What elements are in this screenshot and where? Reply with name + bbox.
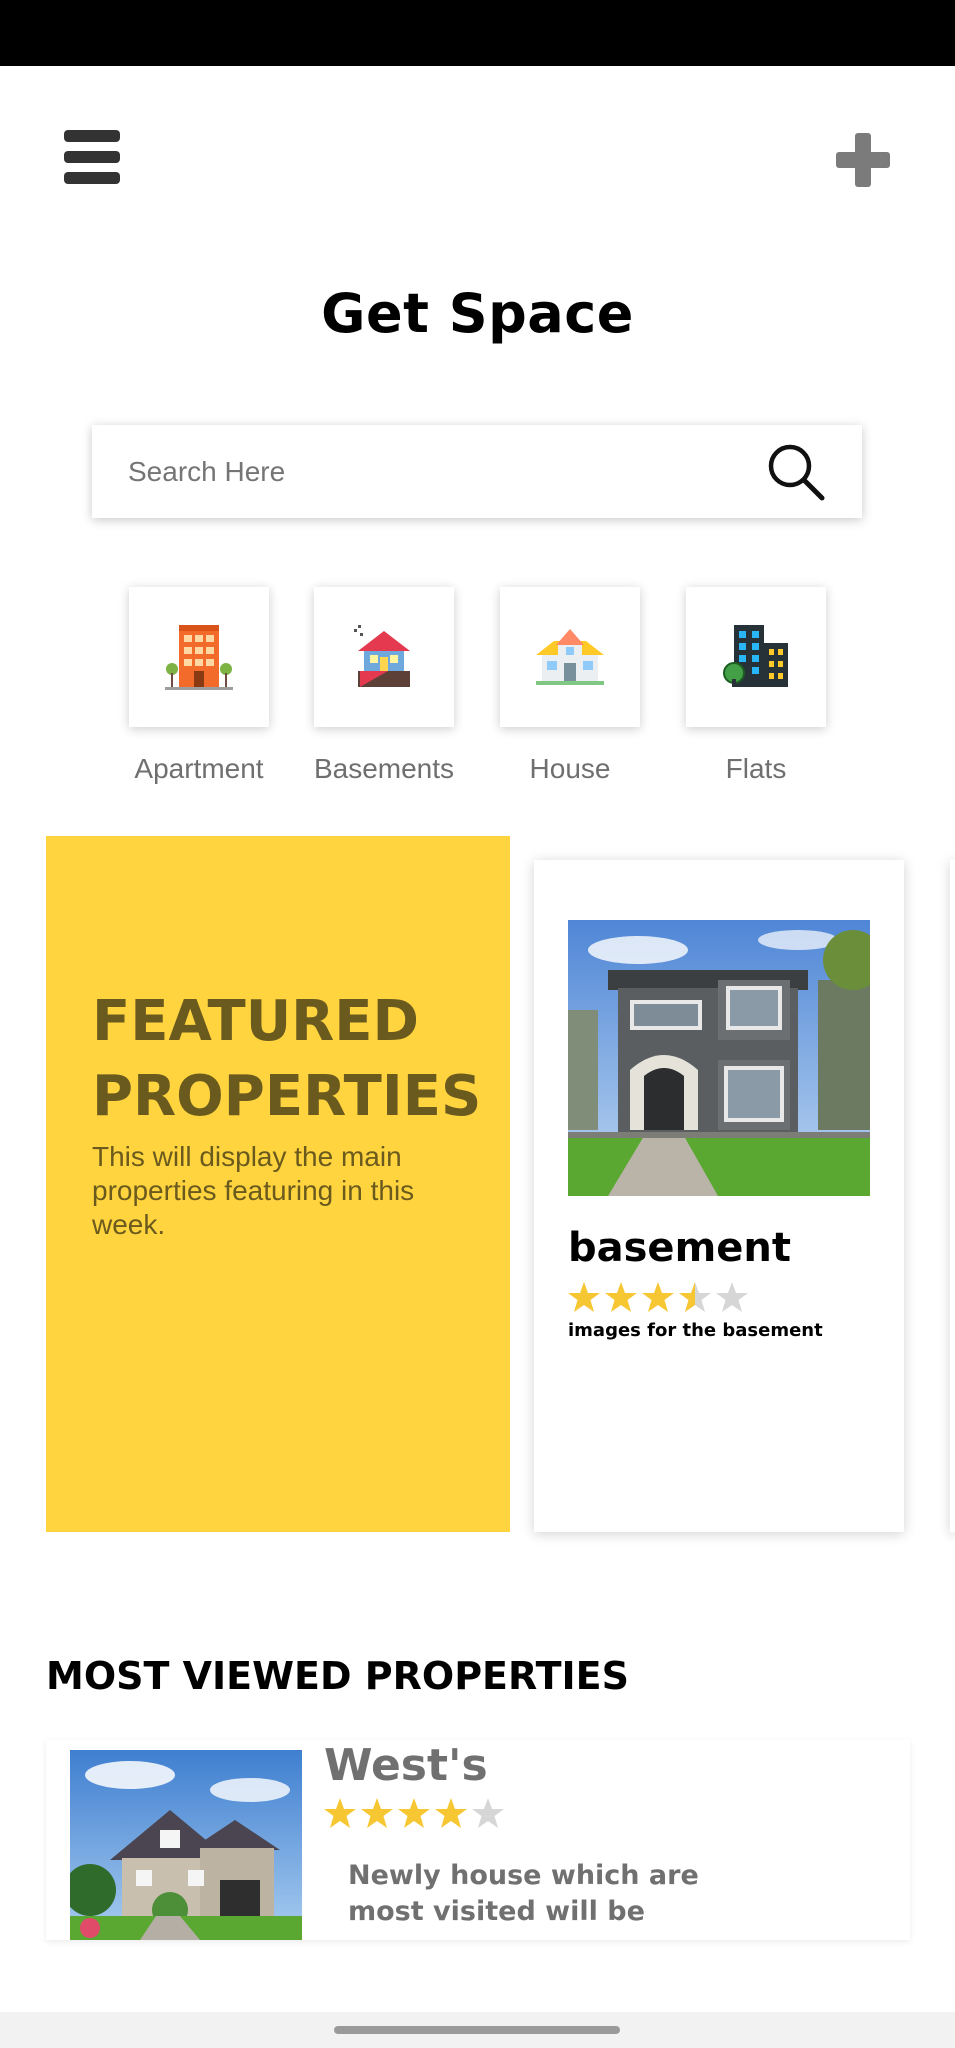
featured-banner: FEATURED PROPERTIES This will display th… (46, 836, 510, 1532)
basement-house-icon (354, 625, 410, 687)
category-apartment[interactable]: Apartment (129, 587, 269, 784)
category-card[interactable] (314, 587, 454, 727)
star-filled-icon (361, 1798, 393, 1828)
house-icon (536, 629, 604, 685)
property-description: images for the basement (568, 1320, 823, 1341)
hamburger-menu-icon[interactable] (64, 130, 120, 184)
star-empty-icon (716, 1282, 748, 1312)
category-flats[interactable]: Flats (686, 587, 826, 784)
next-property-card[interactable] (950, 860, 955, 1532)
section-title-most-viewed: MOST VIEWED PROPERTIES (46, 1654, 629, 1698)
star-filled-icon (605, 1282, 637, 1312)
star-filled-icon (398, 1798, 430, 1828)
featured-title: FEATURED PROPERTIES (92, 989, 482, 1129)
star-rating (324, 1796, 514, 1834)
apartment-building-icon (165, 625, 233, 690)
property-description: Newly house which are most visited will … (348, 1860, 699, 1927)
category-card[interactable] (500, 587, 640, 727)
star-half-icon (679, 1282, 711, 1312)
star-empty-icon (472, 1798, 504, 1828)
search-icon[interactable] (764, 440, 830, 506)
search-input[interactable] (128, 425, 748, 518)
star-filled-icon (642, 1282, 674, 1312)
status-bar (0, 0, 955, 66)
category-card[interactable] (129, 587, 269, 727)
property-image (70, 1750, 302, 1940)
featured-description: This will display the main properties fe… (92, 1141, 415, 1240)
category-label: Flats (725, 753, 787, 784)
category-card[interactable] (686, 587, 826, 727)
search-bar (92, 425, 862, 518)
featured-property-card[interactable]: basement images for the basement (534, 860, 904, 1532)
flats-building-icon (723, 625, 788, 687)
category-house[interactable]: House (500, 587, 640, 784)
star-filled-icon (324, 1798, 356, 1828)
home-indicator[interactable] (334, 2026, 620, 2034)
page-title: Get Space (321, 282, 634, 345)
category-basements[interactable]: Basements (314, 587, 454, 784)
plus-icon[interactable] (836, 133, 890, 187)
property-name: West's (324, 1740, 488, 1791)
property-image (568, 920, 870, 1196)
star-filled-icon (568, 1282, 600, 1312)
star-rating (568, 1280, 758, 1318)
most-viewed-item[interactable]: West's Newly house which are most visite… (46, 1740, 910, 1940)
star-filled-icon (435, 1798, 467, 1828)
property-name: basement (568, 1225, 791, 1271)
